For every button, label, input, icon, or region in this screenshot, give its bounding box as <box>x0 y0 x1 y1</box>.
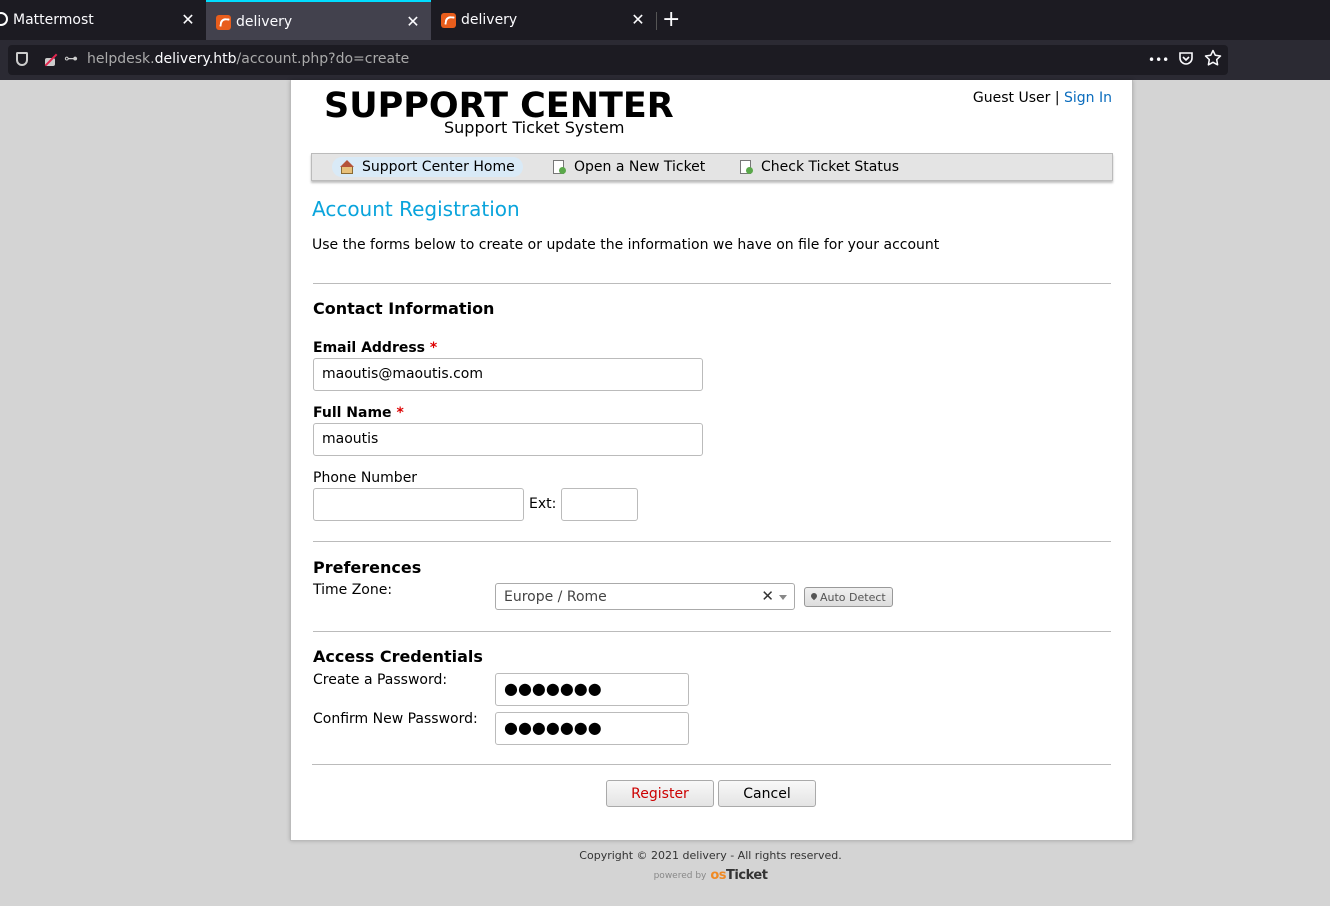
ext-field[interactable] <box>561 488 638 521</box>
osticket-favicon-icon <box>441 13 456 28</box>
pocket-icon[interactable] <box>1178 50 1194 66</box>
confirm-password-field[interactable]: ●●●●●●● <box>495 712 689 745</box>
phone-field[interactable] <box>313 488 524 521</box>
auto-detect-label: Auto Detect <box>820 590 886 604</box>
nav-label: Support Center Home <box>362 159 515 175</box>
phone-label: Phone Number <box>313 470 418 486</box>
browser-tab-bar: Mattermost ✕ delivery ✕ delivery ✕ + <box>0 0 1330 40</box>
main-nav: Support Center Home Open a New Ticket Ch… <box>311 153 1113 181</box>
shield-icon[interactable] <box>16 52 28 66</box>
mattermost-icon <box>0 12 8 26</box>
url-bar[interactable]: ⊶ helpdesk.delivery.htb/account.php?do=c… <box>8 45 1228 75</box>
intro-text: Use the forms below to create or update … <box>312 237 940 253</box>
url-text[interactable]: helpdesk.delivery.htb/account.php?do=cre… <box>87 51 409 67</box>
page-title: Account Registration <box>312 197 520 221</box>
page-container: SUPPORT CENTER Support Ticket System Gue… <box>290 80 1133 841</box>
auto-detect-button[interactable]: Auto Detect <box>804 587 893 607</box>
ticket-status-icon <box>739 160 753 174</box>
powered-by-label: powered by <box>653 870 707 881</box>
insecure-lock-icon[interactable] <box>44 52 56 66</box>
divider <box>312 764 1111 765</box>
clear-icon[interactable]: ✕ <box>761 587 774 605</box>
divider <box>313 541 1111 542</box>
tab-delivery-active[interactable]: delivery ✕ <box>206 0 431 40</box>
navigation-toolbar: ⊶ helpdesk.delivery.htb/account.php?do=c… <box>0 40 1330 80</box>
guest-user-label: Guest User <box>972 90 1051 106</box>
logo-subtitle: Support Ticket System <box>444 118 625 137</box>
ext-label: Ext: <box>529 496 557 512</box>
email-field[interactable]: maoutis@maoutis.com <box>313 358 703 391</box>
credentials-heading: Access Credentials <box>313 647 483 666</box>
chevron-down-icon[interactable] <box>779 595 787 600</box>
cancel-button[interactable]: Cancel <box>718 780 816 807</box>
nav-label: Check Ticket Status <box>761 159 899 175</box>
tab-label: Mattermost <box>13 12 94 28</box>
divider <box>313 283 1111 284</box>
copyright: Copyright © 2021 delivery - All rights r… <box>579 849 842 862</box>
nav-check-ticket-status[interactable]: Check Ticket Status <box>739 157 899 177</box>
full-name-field[interactable]: maoutis <box>313 423 703 456</box>
tab-mattermost[interactable]: Mattermost ✕ <box>0 0 206 40</box>
separator: | <box>1054 90 1060 106</box>
osticket-favicon-icon <box>216 15 231 30</box>
nav-label: Open a New Ticket <box>574 159 706 175</box>
timezone-label: Time Zone: <box>313 582 393 598</box>
map-marker-icon <box>811 593 817 601</box>
contact-heading: Contact Information <box>313 299 495 318</box>
sign-in-link[interactable]: Sign In <box>1064 90 1112 106</box>
divider <box>313 631 1111 632</box>
tab-divider <box>656 12 657 30</box>
timezone-select[interactable]: Europe / Rome ✕ <box>495 583 795 610</box>
page-actions-menu-icon[interactable]: ••• <box>1148 53 1169 67</box>
tab-label: delivery <box>236 14 293 30</box>
new-tab-button[interactable]: + <box>662 8 680 32</box>
confirm-password-label: Confirm New Password: <box>313 711 478 727</box>
full-name-label: Full Name * <box>313 405 404 421</box>
register-button[interactable]: Register <box>606 780 714 807</box>
required-mark: * <box>429 340 438 356</box>
powered-by[interactable]: powered by osTicket <box>290 868 1131 883</box>
bookmark-star-icon[interactable] <box>1204 49 1222 67</box>
create-password-label: Create a Password: <box>313 672 448 688</box>
password-field[interactable]: ●●●●●●● <box>495 673 689 706</box>
timezone-value: Europe / Rome <box>504 589 607 605</box>
tab-label: delivery <box>461 12 518 28</box>
preferences-heading: Preferences <box>313 558 422 577</box>
user-info: Guest User | Sign In <box>973 90 1112 106</box>
nav-open-new-ticket[interactable]: Open a New Ticket <box>552 157 705 177</box>
osticket-logo: osTicket <box>710 868 768 883</box>
new-ticket-icon <box>552 160 566 174</box>
email-label: Email Address * <box>313 340 438 356</box>
key-icon[interactable]: ⊶ <box>64 51 78 67</box>
close-icon[interactable]: ✕ <box>405 12 421 31</box>
footer: Copyright © 2021 delivery - All rights r… <box>290 849 1131 883</box>
nav-support-center-home[interactable]: Support Center Home <box>332 157 523 177</box>
close-icon[interactable]: ✕ <box>180 10 196 29</box>
tab-delivery[interactable]: delivery ✕ <box>431 0 656 40</box>
required-mark: * <box>396 405 404 421</box>
close-icon[interactable]: ✕ <box>630 10 646 29</box>
home-icon <box>340 160 354 174</box>
